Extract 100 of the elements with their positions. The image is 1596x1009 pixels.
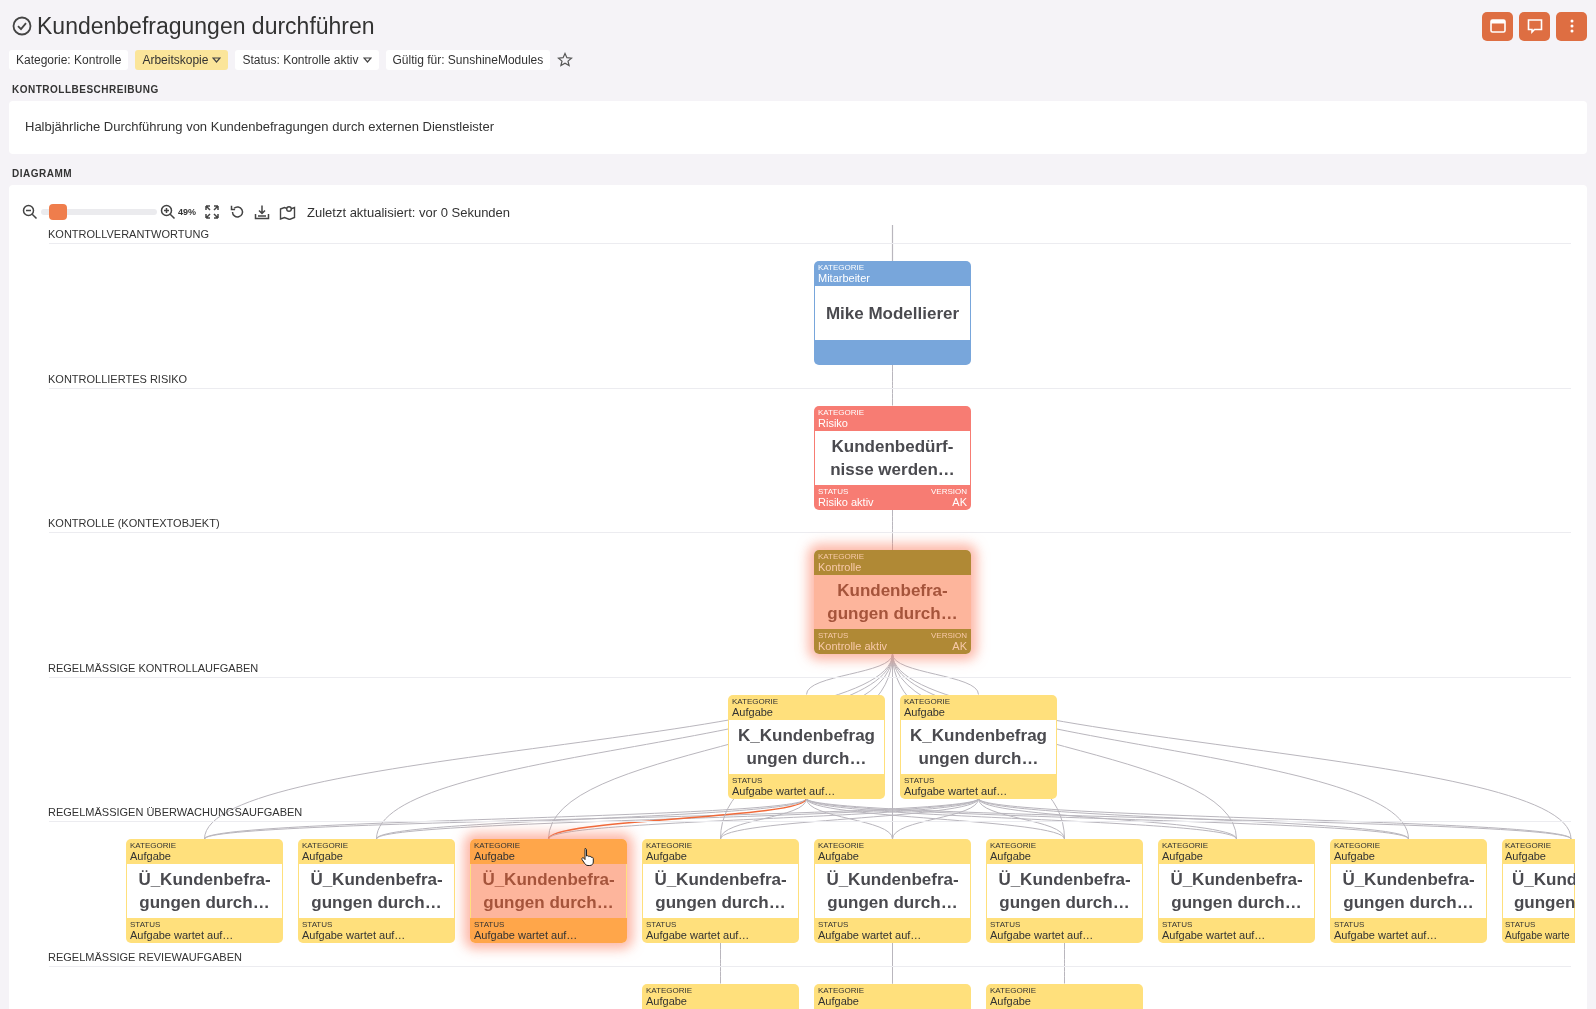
comment-icon bbox=[1525, 17, 1544, 35]
category-caption: KATEGORIE bbox=[904, 696, 951, 706]
diagram-node[interactable]: KATEGORIE Aufgabe Ü_Kundenbefra- gungen durch… STATUS Aufgabe wartet auf… bbox=[986, 839, 1143, 943]
description-text: Halbjährliche Durchführung von Kundenbefragungen durch externen Dienstleister bbox=[25, 119, 495, 134]
node-title: Ü_Kundenbefra- gungen durch… bbox=[1342, 869, 1475, 914]
zoom-in-icon[interactable] bbox=[160, 204, 176, 220]
status-caption: STATUS bbox=[302, 920, 333, 929]
status-label: Kontrolle aktiv bbox=[818, 640, 888, 653]
comment-button[interactable] bbox=[1519, 11, 1550, 41]
fit-screen-icon[interactable] bbox=[204, 204, 220, 220]
category-caption: KATEGORIE bbox=[732, 696, 779, 706]
zoom-out-icon[interactable] bbox=[22, 204, 38, 220]
category-caption: KATEGORIE bbox=[818, 841, 865, 850]
category-label: Aufgabe bbox=[1162, 850, 1203, 863]
category-caption: KATEGORIE bbox=[302, 841, 349, 850]
status-caption: STATUS bbox=[474, 920, 505, 929]
diagram-node[interactable]: KATEGORIE Aufgabe K_Kundenbefrag ungen durch… STATUS Aufgabe wartet auf… bbox=[900, 694, 1057, 799]
status-caption: STATUS bbox=[818, 920, 849, 929]
category-caption: KATEGORIE bbox=[818, 263, 865, 272]
node-title: Mike Modellierer bbox=[825, 302, 960, 325]
section-heading: DIAGRAMM bbox=[12, 168, 74, 179]
category-label: Aufgabe bbox=[818, 850, 859, 863]
diagram-node[interactable]: KATEGORIE Aufgabe Ü_Kundenbefra- gungen durch… STATUS Aufgabe wartet auf… bbox=[298, 839, 455, 943]
status-label: Aufgabe wartet auf… bbox=[818, 929, 922, 942]
diagram-node[interactable]: KATEGORIE Aufgabe K_Kundenbefrag ungen durch… STATUS Aufgabe wartet auf… bbox=[728, 694, 885, 799]
node-title: Ü_Kundenbefra- gungen durch… bbox=[482, 869, 615, 914]
page-title: Kundenbefragungen durchführen bbox=[37, 12, 375, 41]
status-label: Risiko aktiv bbox=[818, 495, 874, 509]
status-chip[interactable]: Gültig für: SunshineModules bbox=[385, 50, 551, 70]
status-label: Aufgabe wartet auf… bbox=[130, 929, 234, 942]
diagram-node[interactable]: KATEGORIE Mitarbeiter Mike Modellierer bbox=[814, 261, 971, 365]
category-label: Aufgabe bbox=[990, 994, 1031, 1008]
connector-line bbox=[720, 942, 721, 984]
category-caption: KATEGORIE bbox=[818, 407, 865, 417]
diagram-node[interactable]: KATEGORIE Aufgabe bbox=[642, 983, 799, 1009]
status-caption: STATUS bbox=[130, 920, 161, 929]
status-caption: STATUS bbox=[904, 775, 935, 785]
diagram-node[interactable]: KATEGORIE Aufgabe Ü_Kundenbefra- gungen durch… STATUS Aufgabe wartet auf… bbox=[1330, 839, 1487, 943]
version-caption: VERSION bbox=[931, 486, 967, 496]
star-icon bbox=[557, 52, 574, 68]
lane-label: KONTROLLIERTES RISIKO bbox=[48, 372, 188, 385]
connector-line bbox=[892, 509, 893, 551]
node-title: Kundenbedürf- nisse werden… bbox=[830, 435, 955, 481]
version-label: AK bbox=[952, 495, 967, 509]
status-label: Aufgabe wartet auf… bbox=[732, 784, 836, 798]
node-title: Kundenbefra- gungen durch… bbox=[827, 580, 958, 625]
zoom-slider[interactable] bbox=[41, 204, 157, 220]
node-title: Ü_Kundenbefra- gungen durch… bbox=[138, 869, 271, 914]
node-title: K_Kundenbefrag ungen durch… bbox=[738, 724, 875, 770]
diagram-node[interactable]: KATEGORIE Aufgabe bbox=[814, 983, 971, 1009]
status-label: Aufgabe wartet auf… bbox=[1334, 929, 1438, 942]
connector-line bbox=[891, 224, 894, 262]
status-label: Aufgabe wartet auf… bbox=[302, 929, 406, 942]
category-caption: KATEGORIE bbox=[990, 985, 1037, 995]
status-chip[interactable]: Kategorie: Kontrolle bbox=[9, 50, 129, 70]
diagram-node[interactable]: KATEGORIE Aufgabe Ü_Kundenbefra- gungen durch… STATUS Aufgabe wartet auf… bbox=[1158, 839, 1315, 943]
more-button[interactable] bbox=[1556, 11, 1587, 41]
category-label: Aufgabe bbox=[302, 850, 343, 863]
category-label: Kontrolle bbox=[818, 561, 862, 574]
version-caption: VERSION bbox=[931, 631, 967, 640]
status-caption: STATUS bbox=[732, 775, 763, 785]
window-button[interactable] bbox=[1482, 11, 1513, 41]
favorite-button[interactable] bbox=[557, 52, 574, 68]
window-icon bbox=[1488, 17, 1507, 35]
more-icon bbox=[1569, 19, 1574, 33]
slider-thumb[interactable] bbox=[49, 204, 68, 220]
status-chip[interactable]: Arbeitskopie bbox=[135, 50, 229, 70]
category-label: Aufgabe bbox=[990, 850, 1031, 863]
node-title: Ü_Kundenbefra- gungen durch… bbox=[310, 869, 443, 914]
lane-label: REGELMÄSSIGEN ÜBERWACHUNGSAUFGABEN bbox=[48, 806, 303, 818]
category-caption: KATEGORIE bbox=[818, 552, 865, 561]
status-chip[interactable]: Status: Kontrolle aktiv bbox=[235, 50, 379, 70]
diagram-node[interactable]: KATEGORIE Aufgabe Ü_Kundenbefra- gungen durch… STATUS Aufgabe wartet auf… bbox=[642, 839, 799, 943]
status-caption: STATUS bbox=[1334, 920, 1365, 929]
node-title: Ü_Kundenbefra- gungen durch… bbox=[998, 869, 1131, 914]
connector-line bbox=[1064, 942, 1065, 984]
status-caption: STATUS bbox=[1162, 920, 1193, 929]
category-caption: KATEGORIE bbox=[990, 841, 1037, 850]
diagram-node[interactable]: KATEGORIE Risiko Kundenbedürf- nisse werden… STATUS Risiko aktiv VERSION AK bbox=[814, 405, 971, 510]
node-title: Ü_Kundenbefra- gungen durch… bbox=[654, 869, 787, 914]
diagram-node[interactable]: KATEGORIE Aufgabe Ü_Kundenbefra- gungen durch… STATUS Aufgabe wartet auf… bbox=[126, 839, 283, 943]
download-icon[interactable] bbox=[254, 204, 270, 220]
category-label: Aufgabe bbox=[1505, 850, 1546, 863]
category-caption: KATEGORIE bbox=[1162, 841, 1209, 850]
category-caption: KATEGORIE bbox=[1505, 841, 1552, 850]
category-caption: KATEGORIE bbox=[646, 985, 693, 995]
diagram-node[interactable]: KATEGORIE Aufgabe Ü_Kundenbefra- gungen durch… STATUS Aufgabe wartet auf… bbox=[814, 839, 971, 943]
category-label: Risiko bbox=[818, 416, 848, 430]
status-caption: STATUS bbox=[1505, 920, 1536, 929]
version-label: AK bbox=[952, 640, 967, 653]
map-icon[interactable] bbox=[279, 204, 297, 220]
category-caption: KATEGORIE bbox=[130, 841, 177, 850]
category-label: Aufgabe bbox=[904, 705, 945, 719]
reset-icon[interactable] bbox=[229, 204, 245, 220]
zoom-percent: 49% bbox=[178, 207, 196, 217]
status-caption: STATUS bbox=[646, 920, 677, 929]
diagram-node[interactable]: KATEGORIE Aufgabe Ü_Kundenbefra- gungen durch… STATUS Aufgabe wartet auf… bbox=[470, 839, 627, 943]
status-caption: STATUS bbox=[818, 631, 849, 640]
node-title: Ü_Kundenbefra- gungen durch… bbox=[1170, 869, 1303, 914]
diagram-node[interactable]: KATEGORIE Aufgabe bbox=[986, 983, 1143, 1009]
